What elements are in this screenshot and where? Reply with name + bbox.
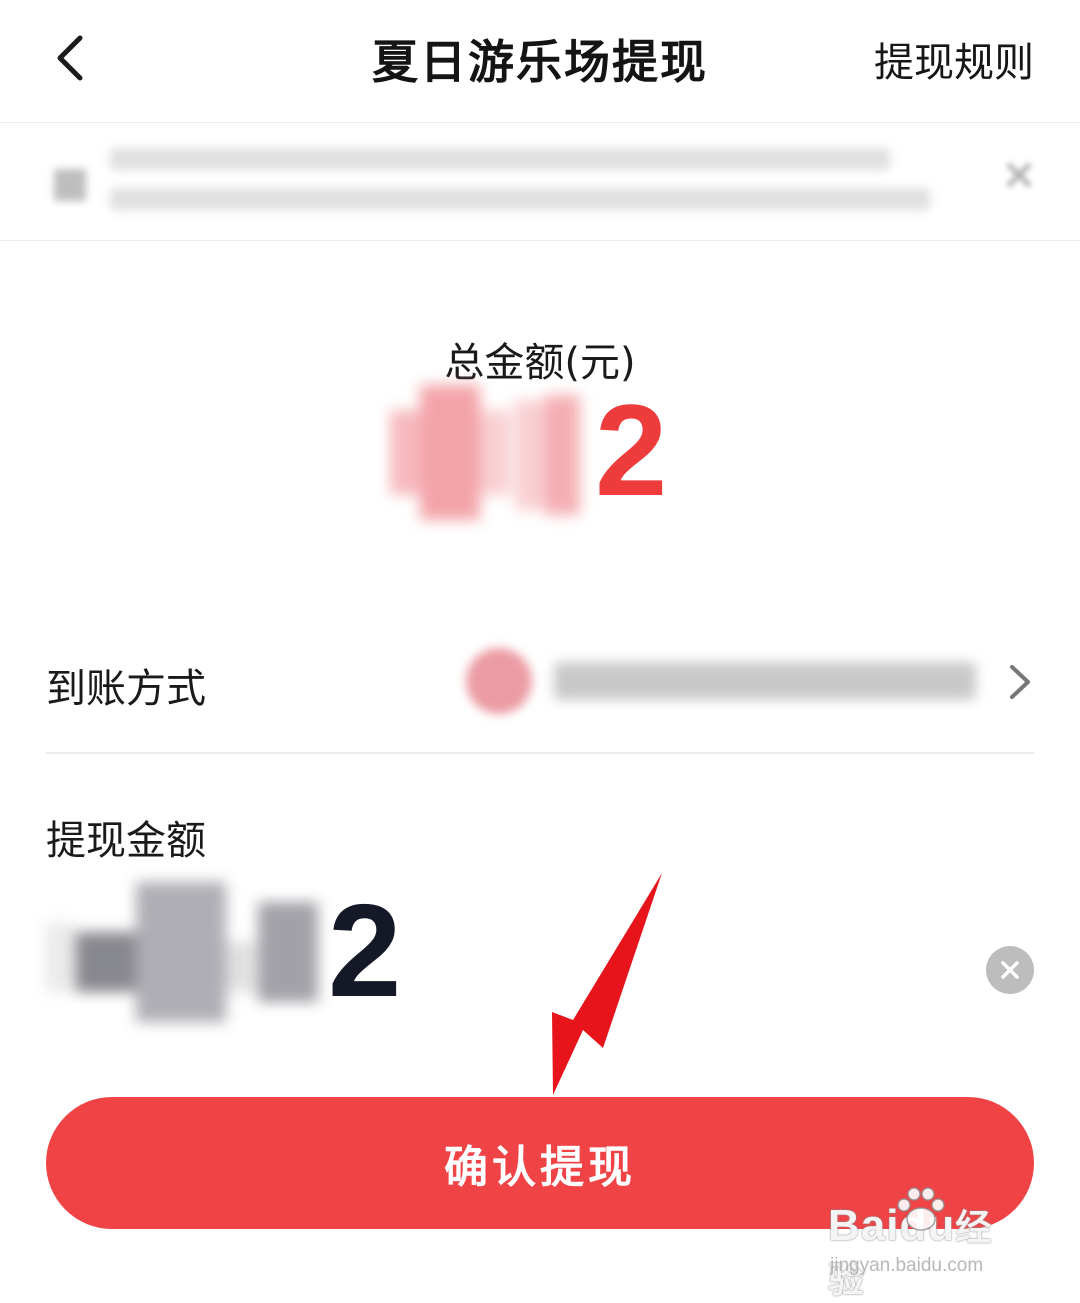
clear-icon: [1001, 961, 1019, 979]
withdraw-amount-digits: 2: [328, 877, 402, 1024]
withdraw-amount-obscured: [46, 882, 318, 1022]
withdraw-amount-label: 提现金额: [46, 818, 206, 864]
total-amount-obscured: [390, 385, 580, 520]
total-amount-digits: 2: [595, 377, 668, 523]
watermark-url: jingyan.baidu.com: [830, 1255, 984, 1276]
notice-icon: [54, 169, 86, 201]
total-amount-value: 2: [390, 377, 690, 525]
bank-account-obscured: [554, 662, 976, 700]
bank-logo-icon: [466, 648, 532, 714]
notice-text-line-1: [110, 148, 890, 170]
close-icon[interactable]: [1002, 158, 1036, 192]
chevron-right-icon: [1010, 665, 1030, 699]
total-amount-label: 总金额(元): [444, 340, 636, 386]
withdraw-amount-input[interactable]: 2: [46, 877, 466, 1032]
confirm-withdraw-button[interactable]: 确认提现: [46, 1097, 1034, 1229]
payout-method-label: 到账方式: [46, 666, 206, 712]
payout-method-row[interactable]: 到账方式: [46, 610, 1034, 754]
notice-banner: [0, 123, 1080, 241]
top-nav-bar: 夏日游乐场提现 提现规则: [0, 0, 1080, 123]
clear-amount-button[interactable]: [986, 946, 1034, 994]
withdraw-rules-link[interactable]: 提现规则: [874, 30, 1034, 88]
notice-text-line-2: [110, 188, 930, 210]
